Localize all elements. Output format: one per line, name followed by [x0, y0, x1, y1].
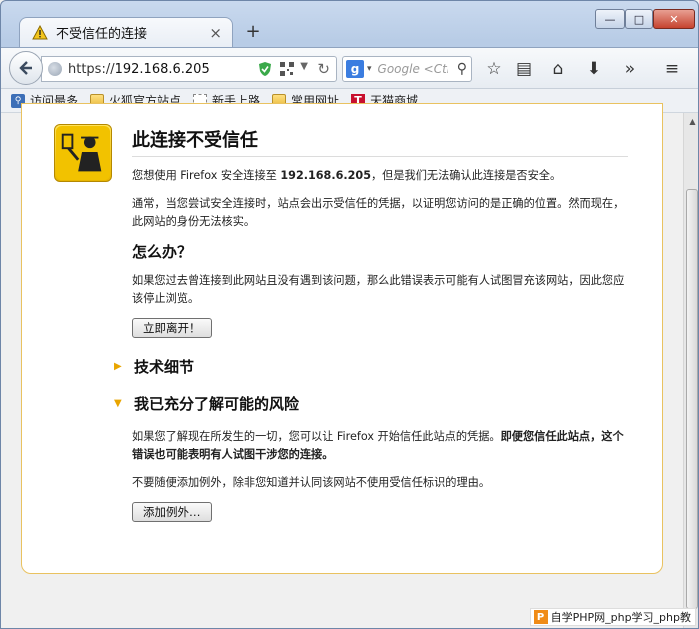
tab-title: 不受信任的连接: [56, 27, 148, 42]
url-text: https://192.168.6.205: [68, 61, 210, 77]
reload-icon[interactable]: ↻: [317, 60, 330, 78]
bookmark-star-icon[interactable]: ☆: [483, 58, 505, 80]
error-main: 此连接不受信任 您想使用 Firefox 安全连接至 192.168.6.205…: [114, 126, 628, 522]
download-icon[interactable]: ⬇: [583, 58, 605, 80]
collapsed-triangle-icon: ▶: [114, 361, 122, 372]
exception-warning-text: 不要随便添加例外，除非您知道并认同该网站不使用受信任标识的理由。: [132, 476, 491, 489]
what-to-do-heading: 怎么办？: [132, 243, 193, 261]
tab-strip: 不受信任的连接 × + — □ ✕: [1, 1, 698, 47]
scrollbar-thumb[interactable]: [686, 189, 698, 609]
explanation-text: 通常，当您尝试安全连接时，站点会出示受信任的凭据，以证明您访问的是正确的位置。然…: [132, 197, 625, 228]
qr-icon[interactable]: [280, 62, 294, 76]
risk-text: 如果您了解现在所发生的一切，您可以让 Firefox 开始信任此站点的凭据。即便…: [132, 430, 624, 461]
warning-icon: [32, 24, 48, 39]
overflow-icon[interactable]: »: [619, 58, 641, 80]
expanded-triangle-icon: ▼: [114, 398, 122, 409]
shield-icon[interactable]: [258, 61, 272, 77]
vertical-scrollbar[interactable]: ▲ ▼: [683, 113, 698, 628]
globe-icon: [48, 62, 62, 76]
page-content: 此连接不受信任 您想使用 Firefox 安全连接至 192.168.6.205…: [1, 103, 698, 628]
url-bar[interactable]: https://192.168.6.205 ▼ ↻: [41, 56, 337, 82]
minimize-button[interactable]: —: [595, 9, 625, 29]
back-button[interactable]: [9, 51, 43, 85]
search-icon[interactable]: ⚲: [457, 61, 467, 77]
navigation-toolbar: https://192.168.6.205 ▼ ↻ g ▾ Google <Ct…: [1, 47, 698, 89]
close-tab-icon[interactable]: ×: [209, 24, 222, 42]
engine-dropdown-icon[interactable]: ▾: [367, 64, 372, 74]
browser-window: 不受信任的连接 × + — □ ✕ https://192.168.6.205 …: [0, 0, 699, 629]
officer-badge-icon: [54, 124, 112, 182]
dropdown-icon[interactable]: ▼: [300, 61, 308, 72]
home-icon[interactable]: ⌂: [547, 58, 569, 80]
maximize-button[interactable]: □: [625, 9, 653, 29]
site-watermark: P 自学PHP网_php学习_php教: [529, 608, 696, 626]
scroll-up-icon[interactable]: ▲: [684, 113, 698, 130]
add-exception-button[interactable]: 添加例外…: [132, 502, 212, 522]
watermark-logo-icon: P: [533, 610, 548, 624]
menu-icon[interactable]: ≡: [661, 58, 683, 80]
leave-button[interactable]: 立即离开！: [132, 318, 212, 338]
search-engine-icon[interactable]: g: [346, 60, 364, 78]
tab-untrusted-connection[interactable]: 不受信任的连接 ×: [19, 17, 233, 47]
page-title: 此连接不受信任: [132, 126, 628, 157]
reading-list-icon[interactable]: ▤: [513, 58, 535, 80]
back-icon: [19, 61, 32, 75]
new-tab-button[interactable]: +: [243, 21, 263, 42]
search-bar[interactable]: g ▾ Google <Ctrl+K> ⚲: [342, 56, 472, 82]
search-placeholder: Google <Ctrl+K>: [377, 62, 448, 76]
intro-text: 您想使用 Firefox 安全连接至 192.168.6.205，但是我们无法确…: [132, 169, 562, 182]
technical-details-toggle[interactable]: ▶ 技术细节: [114, 356, 628, 377]
error-card: 此连接不受信任 您想使用 Firefox 安全连接至 192.168.6.205…: [21, 103, 663, 574]
understand-risks-toggle[interactable]: ▼ 我已充分了解可能的风险: [114, 393, 628, 414]
advice-text: 如果您过去曾连接到此网站且没有遇到该问题，那么此错误表示可能有人试图冒充该网站，…: [132, 274, 625, 305]
close-window-button[interactable]: ✕: [653, 9, 695, 29]
